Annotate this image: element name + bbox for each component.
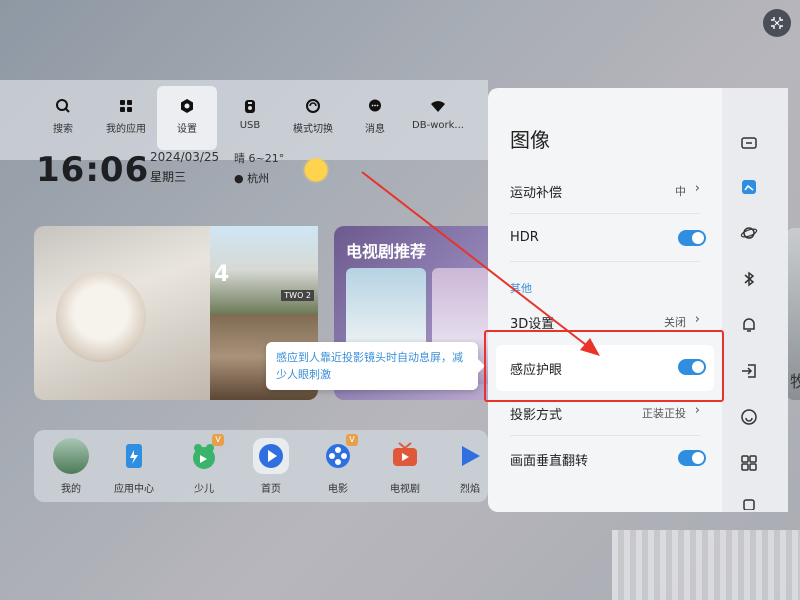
highlight-annotation-box	[484, 330, 724, 402]
nav-search[interactable]: 搜索	[33, 98, 93, 135]
wifi-icon	[430, 98, 446, 114]
dog-photo-card-top[interactable]: 4 TWO 2	[210, 226, 318, 314]
partial-card-text: 牧	[790, 368, 800, 392]
picture-mode-icon[interactable]	[740, 134, 758, 152]
planet-icon[interactable]	[740, 224, 758, 242]
search-icon	[55, 98, 71, 114]
chevron-right-icon: ›	[695, 181, 700, 196]
dock-item-label: 电影	[328, 484, 348, 495]
fullscreen-exit-button[interactable]	[763, 9, 791, 37]
dock-item-label: 少儿	[194, 484, 214, 495]
kids-icon: V	[186, 438, 222, 474]
mode-switch-icon	[305, 98, 321, 114]
cat-image	[56, 272, 146, 362]
section-label-other: 其他	[510, 280, 532, 296]
dock-item-label: 应用中心	[114, 484, 154, 495]
dog-tag-right: TWO 2	[281, 290, 314, 301]
clock: 16:06	[36, 150, 149, 190]
location-pin-icon: ●	[234, 172, 244, 185]
message-icon	[367, 98, 383, 114]
avatar-icon	[53, 438, 89, 474]
vertical-flip-toggle[interactable]	[678, 450, 706, 466]
eye-care-tooltip: 感应到人靠近投影镜头时自动息屏，减少人眼刺激	[266, 342, 478, 390]
setting-value: 关闭	[664, 314, 686, 330]
divider	[510, 261, 700, 262]
smile-icon[interactable]	[740, 408, 758, 426]
dock-item-app-center[interactable]: 应用中心	[106, 438, 162, 495]
city: ● 杭州	[234, 170, 269, 186]
nav-usb-label: USB	[240, 120, 261, 131]
panel-title: 图像	[510, 124, 550, 153]
setting-label: 画面垂直翻转	[510, 450, 588, 469]
chevron-right-icon: ›	[695, 403, 700, 418]
setting-row-hdr[interactable]: HDR	[488, 216, 722, 262]
gear-icon	[179, 98, 195, 114]
bell-icon[interactable]	[740, 316, 758, 334]
more-icon[interactable]	[740, 498, 758, 510]
usb-icon	[242, 98, 258, 114]
dock-item-tv-series[interactable]: 电视剧	[377, 438, 433, 495]
nav-wifi[interactable]: DB-work...	[408, 98, 468, 131]
dock-item-kids[interactable]: V 少儿	[176, 438, 232, 495]
date: 2024/03/25	[150, 150, 219, 164]
tv-icon	[387, 438, 423, 474]
setting-label: 投影方式	[510, 404, 562, 423]
city-label: 杭州	[247, 172, 269, 185]
play-icon	[452, 438, 488, 474]
fullscreen-exit-icon	[770, 16, 784, 30]
play-icon	[253, 438, 289, 474]
nav-messages[interactable]: 消息	[345, 98, 405, 135]
setting-value: 中	[675, 183, 686, 199]
setting-label: 运动补偿	[510, 182, 562, 201]
cat-photo-card[interactable]	[34, 226, 210, 400]
chevron-right-icon: ›	[695, 312, 700, 327]
weekday: 星期三	[150, 168, 186, 185]
vip-badge: V	[212, 434, 224, 446]
nav-messages-label: 消息	[365, 124, 385, 135]
nav-usb[interactable]: USB	[220, 98, 280, 131]
nav-settings[interactable]: 设置	[157, 86, 217, 150]
dock-item-label: 首页	[261, 484, 281, 495]
nav-search-label: 搜索	[53, 124, 73, 135]
setting-row-vertical-flip[interactable]: 画面垂直翻转	[488, 436, 722, 482]
dock-item-label: 我的	[61, 484, 81, 495]
sun-icon	[302, 156, 330, 184]
nav-mode-switch[interactable]: 模式切换	[283, 98, 343, 135]
setting-row-motion-compensation[interactable]: 运动补偿 中 ›	[488, 168, 722, 214]
tv-recommend-title: 电视剧推荐	[346, 238, 426, 262]
vip-badge: V	[346, 434, 358, 446]
app-center-icon	[116, 438, 152, 474]
dock-item-home[interactable]: 首页	[243, 438, 299, 495]
image-icon[interactable]	[740, 178, 758, 196]
bluetooth-icon[interactable]	[740, 270, 758, 288]
weather-text: 晴 6~21°	[234, 150, 284, 166]
hdr-toggle[interactable]	[678, 230, 706, 246]
film-reel-icon: V	[320, 438, 356, 474]
setting-value: 正装正投	[642, 405, 686, 421]
app-dock: 我的 应用中心 V 少儿 首页 V 电影 电视剧 烈	[34, 430, 488, 502]
dock-item-label: 电视剧	[390, 484, 420, 495]
dock-item-movie[interactable]: V 电影	[310, 438, 366, 495]
dog-tag-left: 4	[214, 262, 229, 287]
apps-grid-icon	[118, 98, 134, 114]
input-source-icon[interactable]	[740, 362, 758, 380]
image-settings-panel: 图像 运动补偿 中 › HDR 其他 3D设置 关闭 › 感应护眼 投影方式 正…	[488, 88, 722, 512]
nav-wifi-label: DB-work...	[412, 120, 464, 131]
nav-settings-label: 设置	[177, 124, 197, 135]
settings-category-rail	[722, 88, 788, 512]
divider	[510, 213, 700, 214]
setting-label: HDR	[510, 230, 539, 245]
nav-mode-switch-label: 模式切换	[293, 124, 333, 135]
dock-item-label: 烈焰	[460, 484, 480, 495]
top-navigation: 搜索 我的应用 设置 USB 模式切换 消息 DB-work...	[0, 80, 488, 160]
nav-my-apps-label: 我的应用	[106, 124, 146, 135]
watermark	[612, 530, 800, 600]
grid-icon[interactable]	[740, 454, 758, 472]
dock-item-mine[interactable]: 我的	[43, 438, 99, 495]
nav-my-apps[interactable]: 我的应用	[96, 98, 156, 135]
